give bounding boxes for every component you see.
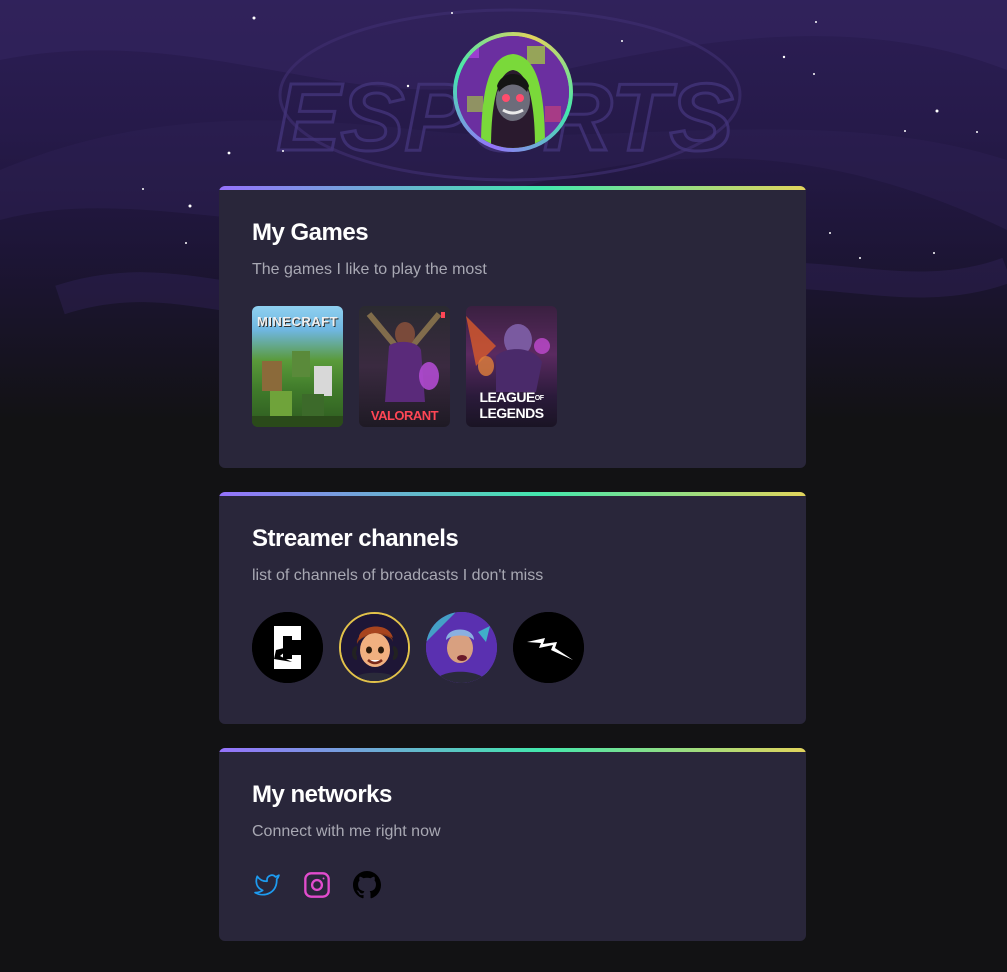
valorant-logo: VALORANT bbox=[370, 408, 439, 423]
streamer-photo-avatar[interactable] bbox=[426, 612, 497, 683]
lol-label-of: OF bbox=[534, 395, 544, 402]
lol-label-line2: LEGENDS bbox=[479, 405, 544, 421]
hooded-character-avatar bbox=[457, 36, 569, 148]
social-links bbox=[252, 870, 773, 900]
streamer-cartoon-avatar[interactable] bbox=[339, 612, 410, 683]
games-card: My Games The games I like to play the mo… bbox=[219, 186, 806, 468]
game-league-of-legends[interactable]: LEAGUEOF LEGENDS bbox=[466, 306, 557, 427]
minecraft-logo: MINECRAFT bbox=[256, 314, 339, 329]
league-of-legends-logo: LEAGUEOF LEGENDS bbox=[466, 390, 557, 421]
streamer-lightning-logo[interactable] bbox=[513, 612, 584, 683]
games-list: MINECRAFT VALORANT LEAGUEOF LEGENDS bbox=[252, 306, 773, 427]
games-card-title: My Games bbox=[252, 219, 369, 246]
streamer-channel-c-logo[interactable] bbox=[252, 612, 323, 683]
game-minecraft[interactable]: MINECRAFT bbox=[252, 306, 343, 427]
streamers-card-subtitle: list of channels of broadcasts I don't m… bbox=[252, 567, 544, 584]
instagram-icon[interactable] bbox=[302, 870, 332, 900]
game-valorant[interactable]: VALORANT bbox=[359, 306, 450, 427]
profile-avatar bbox=[453, 32, 573, 152]
networks-card: My networks Connect with me right now bbox=[219, 748, 806, 941]
streamers-card-title: Streamer channels bbox=[252, 525, 459, 552]
streamers-list bbox=[252, 612, 773, 683]
lol-label-line1: LEAGUE bbox=[479, 389, 535, 406]
networks-card-title: My networks bbox=[252, 781, 392, 808]
networks-card-subtitle: Connect with me right now bbox=[252, 823, 441, 840]
github-icon[interactable] bbox=[352, 870, 382, 900]
twitter-icon[interactable] bbox=[252, 870, 282, 900]
games-card-subtitle: The games I like to play the most bbox=[252, 261, 487, 278]
streamers-card: Streamer channels list of channels of br… bbox=[219, 492, 806, 724]
